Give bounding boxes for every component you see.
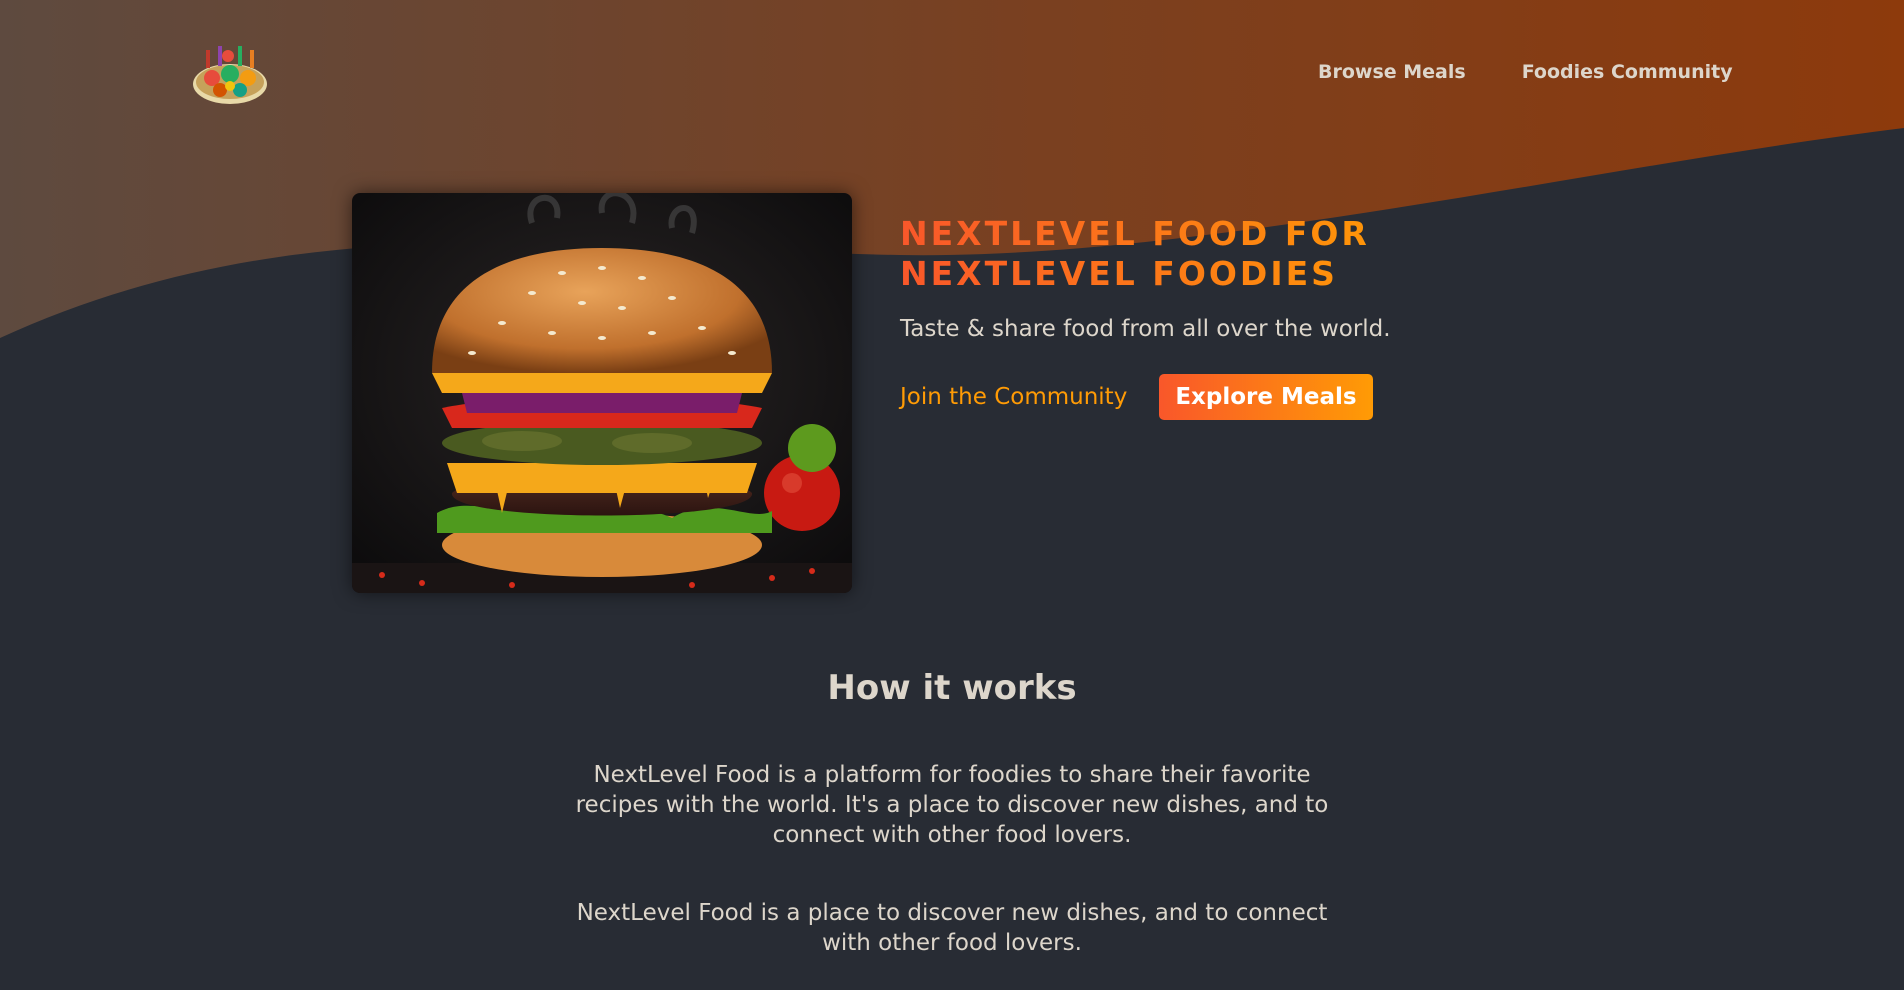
hero-section: NEXTLEVEL FOOD FOR NEXTLEVEL FOODIES Tas… [900, 214, 1460, 420]
hero-title: NEXTLEVEL FOOD FOR NEXTLEVEL FOODIES [900, 214, 1420, 294]
site-header: Browse Meals Foodies Community [0, 0, 1904, 150]
home-logo-link[interactable] [190, 36, 270, 108]
hero-subtitle: Taste & share food from all over the wor… [900, 316, 1391, 342]
burger-photo-icon [352, 193, 852, 593]
hero-burger-image [352, 193, 852, 593]
join-community-link[interactable]: Join the Community [900, 384, 1127, 410]
hero-actions: Join the Community Explore Meals [900, 374, 1460, 420]
nav-browse-meals[interactable]: Browse Meals [1318, 61, 1466, 83]
how-it-works-paragraph-1: NextLevel Food is a platform for foodies… [575, 762, 1329, 848]
nav-foodies-community[interactable]: Foodies Community [1522, 61, 1733, 83]
explore-meals-button[interactable]: Explore Meals [1159, 374, 1373, 420]
how-it-works-heading: How it works [827, 668, 1077, 708]
how-it-works-section: How it works NextLevel Food is a platfor… [0, 668, 1904, 958]
food-platter-logo-icon [193, 46, 267, 104]
how-it-works-paragraph-2: NextLevel Food is a place to discover ne… [576, 900, 1328, 956]
main-nav: Browse Meals Foodies Community [1318, 61, 1733, 83]
